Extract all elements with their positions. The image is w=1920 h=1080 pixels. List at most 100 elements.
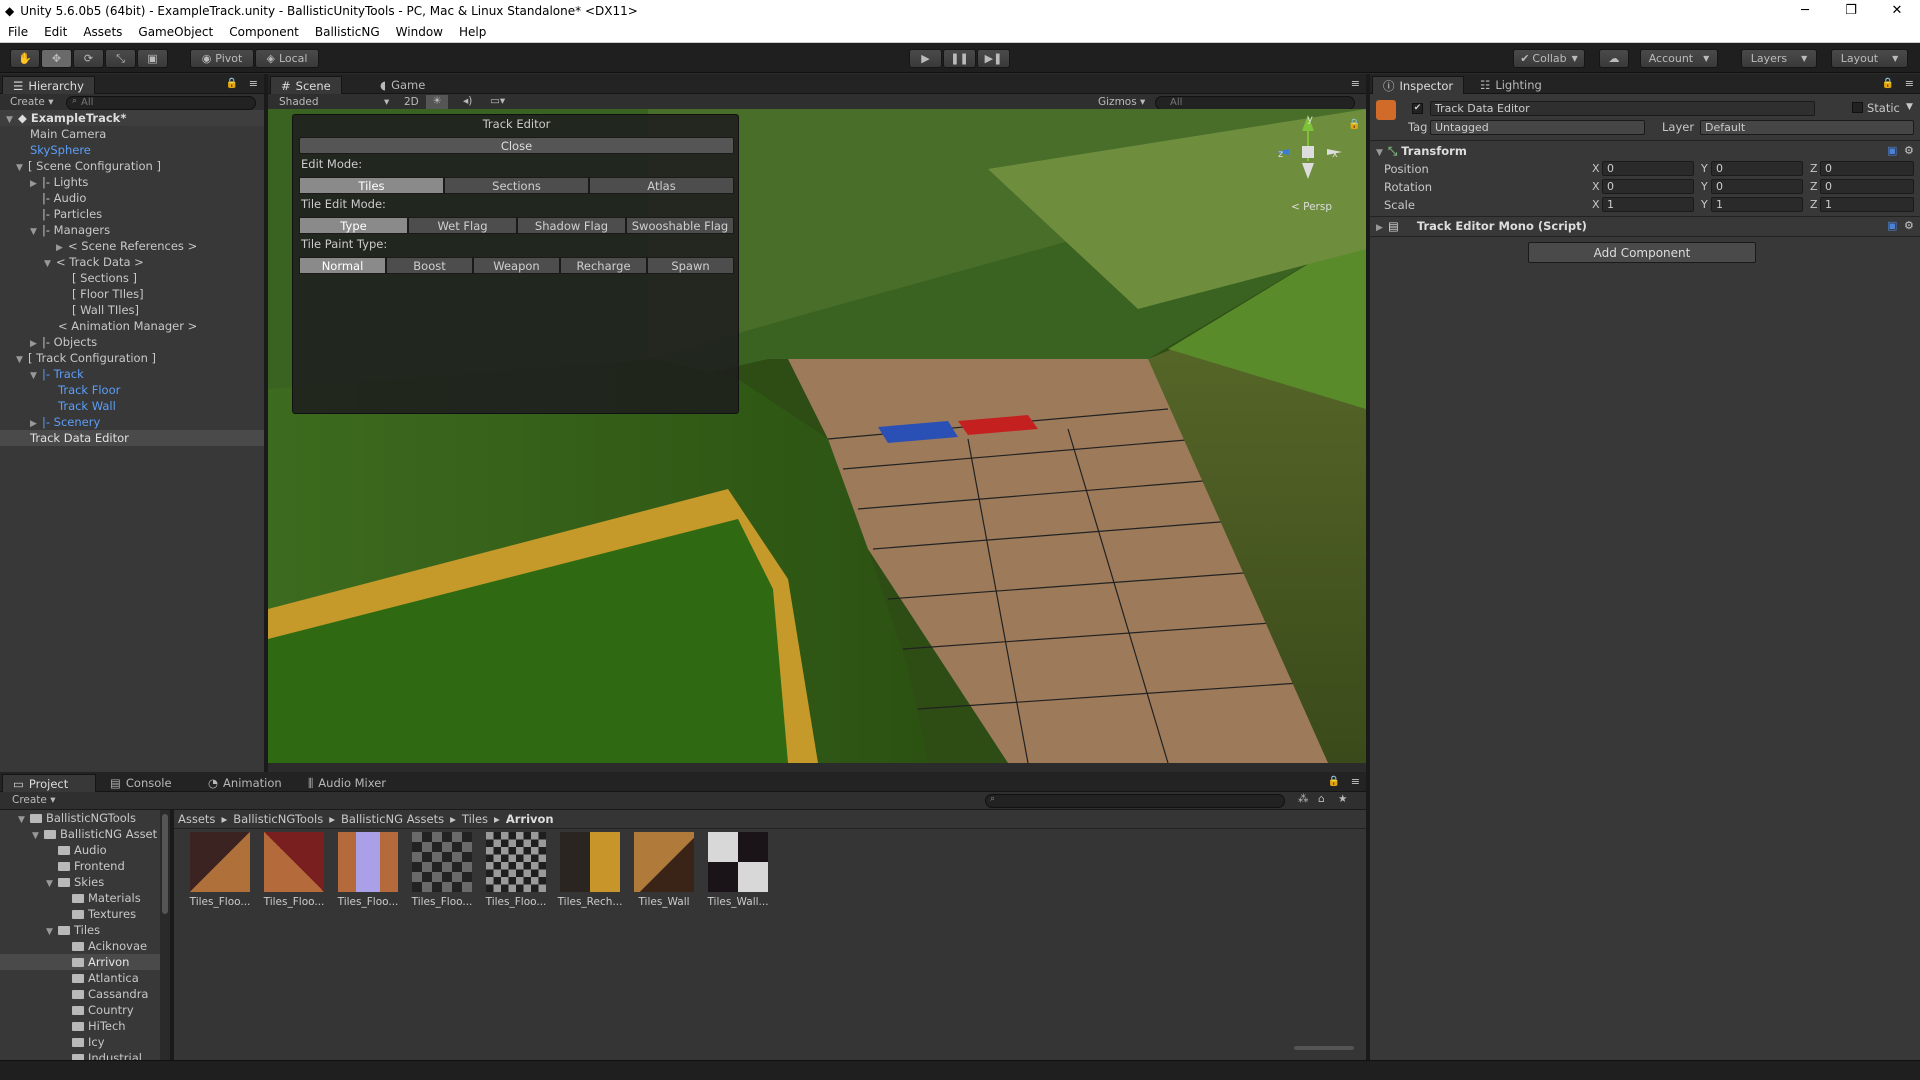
asset-item[interactable]: Tiles_Wall...: [703, 832, 773, 908]
asset-item[interactable]: Tiles_Floo...: [185, 832, 255, 908]
help-book-icon[interactable]: ▣: [1887, 144, 1897, 157]
layer-dropdown[interactable]: Default: [1700, 120, 1914, 135]
list-item[interactable]: ▶ |- Scenery: [30, 414, 100, 430]
asset-item[interactable]: Tiles_Rech...: [555, 832, 625, 908]
rotation-y[interactable]: 0: [1711, 179, 1803, 194]
asset-item[interactable]: Tiles_Floo...: [407, 832, 477, 908]
audio-toggle-icon[interactable]: ◂): [463, 95, 472, 107]
menu-gameobject[interactable]: GameObject: [130, 25, 221, 39]
toggle-2d[interactable]: 2D: [404, 96, 419, 108]
tab-audio-mixer[interactable]: ⫼ Audio Mixer: [298, 774, 396, 792]
scene-search-input[interactable]: All: [1155, 96, 1355, 110]
image-effects-icon[interactable]: ▭▾: [490, 95, 505, 107]
tab-lighting[interactable]: ☷ Lighting: [1470, 76, 1552, 94]
tab-hierarchy[interactable]: ☰ Hierarchy: [2, 76, 95, 94]
asset-item[interactable]: Tiles_Floo...: [259, 832, 329, 908]
position-z[interactable]: 0: [1820, 161, 1914, 176]
edit-mode-sections[interactable]: Sections: [444, 177, 589, 194]
account-dropdown[interactable]: Account ▼: [1640, 49, 1718, 68]
list-item[interactable]: ▼ BallisticNGTools: [18, 810, 136, 826]
paint-recharge[interactable]: Recharge: [560, 257, 647, 274]
close-button[interactable]: Close: [299, 137, 734, 154]
list-item[interactable]: ▼ Tiles: [46, 922, 100, 938]
list-item[interactable]: ▶ |- Objects: [30, 334, 97, 350]
edit-mode-tiles[interactable]: Tiles: [299, 177, 444, 194]
breadcrumb-current[interactable]: Arrivon: [506, 812, 554, 826]
list-item[interactable]: ▶ < Scene References >: [56, 238, 197, 254]
tile-edit-type[interactable]: Type: [299, 217, 408, 234]
position-x[interactable]: 0: [1602, 161, 1694, 176]
transform-header[interactable]: ▼ ⤡ Transform: [1376, 144, 1467, 159]
tab-project[interactable]: ▭ Project: [2, 774, 96, 792]
list-item[interactable]: [ Floor TIles]: [72, 286, 144, 302]
list-item-selected[interactable]: Track Data Editor: [0, 430, 264, 446]
tile-edit-swooshable-flag[interactable]: Swooshable Flag: [626, 217, 734, 234]
pause-button[interactable]: ❚❚: [943, 49, 976, 68]
list-item[interactable]: ▼ BallisticNG Asset: [32, 826, 157, 842]
panel-menu-icon[interactable]: ≡: [1351, 77, 1360, 90]
lock-icon[interactable]: 🔒: [1328, 776, 1340, 787]
scale-x[interactable]: 1: [1602, 197, 1694, 212]
step-button[interactable]: ▶❚: [977, 49, 1010, 68]
shading-dropdown[interactable]: Shaded: [279, 96, 319, 108]
list-item[interactable]: SkySphere: [30, 142, 91, 158]
list-item[interactable]: Track Wall: [58, 398, 116, 414]
layout-dropdown[interactable]: Layout ▼: [1831, 49, 1908, 68]
tab-game[interactable]: ◖ Game: [370, 76, 435, 94]
tab-animation[interactable]: ◔ Animation: [198, 774, 292, 792]
hand-tool-button[interactable]: ✋: [10, 49, 40, 68]
chevron-down-icon[interactable]: ▾: [384, 96, 389, 108]
list-item[interactable]: Materials: [72, 890, 141, 906]
projection-toggle[interactable]: < Persp: [1291, 201, 1332, 213]
list-item[interactable]: ▼ ◆ ExampleTrack*: [0, 110, 264, 126]
list-item-selected[interactable]: Arrivon: [0, 954, 160, 970]
tab-inspector[interactable]: ⓘ Inspector: [1372, 76, 1465, 94]
menu-help[interactable]: Help: [451, 25, 494, 39]
list-item[interactable]: Main Camera: [30, 126, 106, 142]
static-checkbox[interactable]: [1852, 102, 1863, 113]
scale-tool-button[interactable]: ⤡: [105, 49, 136, 68]
panel-menu-icon[interactable]: ≡: [1905, 77, 1914, 90]
tab-console[interactable]: ▤ Console: [100, 774, 182, 792]
list-item[interactable]: ▼[ Track Configuration ]: [16, 350, 156, 366]
close-icon[interactable]: ✕: [1874, 0, 1920, 22]
hierarchy-search-input[interactable]: All: [66, 96, 256, 110]
list-item[interactable]: |- Audio: [42, 190, 86, 206]
tile-edit-shadow-flag[interactable]: Shadow Flag: [517, 217, 626, 234]
rotation-z[interactable]: 0: [1820, 179, 1914, 194]
project-search-input[interactable]: [985, 794, 1285, 808]
list-item[interactable]: Atlantica: [72, 970, 139, 986]
hierarchy-create-button[interactable]: Create ▾: [10, 96, 54, 108]
paint-boost[interactable]: Boost: [386, 257, 473, 274]
chevron-down-icon[interactable]: ▼: [1906, 102, 1913, 112]
tile-edit-wet-flag[interactable]: Wet Flag: [408, 217, 517, 234]
lighting-toggle-icon[interactable]: ☀: [426, 95, 448, 110]
asset-item[interactable]: Tiles_Floo...: [333, 832, 403, 908]
menu-window[interactable]: Window: [388, 25, 451, 39]
move-tool-button[interactable]: ✥: [41, 49, 72, 68]
list-item[interactable]: ▼ |- Track: [30, 366, 84, 382]
list-item[interactable]: HiTech: [72, 1018, 126, 1034]
project-create-button[interactable]: Create ▾: [12, 794, 56, 806]
list-item[interactable]: ▼ |- Managers: [30, 222, 110, 238]
asset-item[interactable]: Tiles_Wall: [629, 832, 699, 908]
collab-dropdown[interactable]: ✔ Collab ▼: [1513, 49, 1585, 68]
scale-y[interactable]: 1: [1711, 197, 1803, 212]
paint-weapon[interactable]: Weapon: [473, 257, 560, 274]
paint-normal[interactable]: Normal: [299, 257, 386, 274]
tag-dropdown[interactable]: Untagged: [1430, 120, 1645, 135]
lock-icon[interactable]: 🔒: [1882, 78, 1894, 89]
breadcrumb-item[interactable]: BallisticNG Assets: [341, 812, 444, 826]
object-name-field[interactable]: Track Data Editor: [1430, 101, 1815, 116]
list-item[interactable]: |- Particles: [42, 206, 102, 222]
cloud-button[interactable]: ☁: [1599, 49, 1629, 68]
lock-icon[interactable]: 🔒: [226, 78, 238, 89]
list-item[interactable]: Frontend: [58, 858, 125, 874]
list-item[interactable]: [ Sections ]: [72, 270, 137, 286]
pivot-toggle[interactable]: ◉ Pivot: [190, 49, 254, 68]
gizmos-dropdown[interactable]: Gizmos ▾: [1098, 96, 1145, 108]
list-item[interactable]: Cassandra: [72, 986, 148, 1002]
list-item[interactable]: ▶ |- Lights: [30, 174, 88, 190]
menu-ballisticng[interactable]: BallisticNG: [307, 25, 388, 39]
add-component-button[interactable]: Add Component: [1528, 242, 1756, 263]
